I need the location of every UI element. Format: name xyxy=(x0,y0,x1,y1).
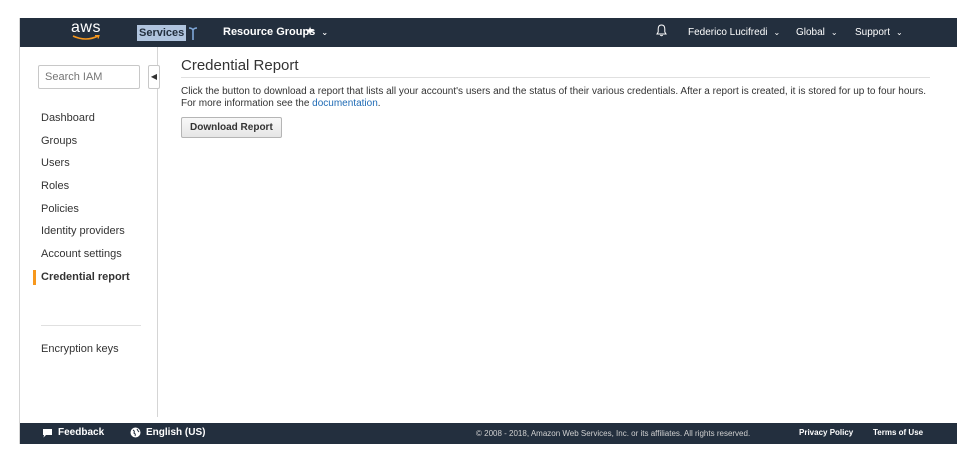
download-report-button[interactable]: Download Report xyxy=(181,117,282,138)
region-label: Global xyxy=(796,27,825,38)
sidebar-item-credential-report[interactable]: Credential report xyxy=(33,266,161,289)
feedback-label: Feedback xyxy=(58,427,105,438)
services-menu[interactable]: Services xyxy=(137,25,187,41)
documentation-link[interactable]: documentation xyxy=(312,98,378,109)
sidebar-nav: Dashboard Groups Users Roles Policies Id… xyxy=(33,107,161,289)
support-menu[interactable]: Support ⌄ xyxy=(855,27,903,38)
logo-text: aws xyxy=(71,19,101,36)
sidebar-item-account-settings[interactable]: Account settings xyxy=(41,243,161,266)
sidebar-item-policies[interactable]: Policies xyxy=(41,198,161,221)
language-label: English (US) xyxy=(146,427,206,438)
chevron-down-icon: ⌄ xyxy=(773,28,781,37)
sidebar-item-identity-providers[interactable]: Identity providers xyxy=(41,220,161,243)
aws-logo[interactable]: aws xyxy=(66,19,106,43)
account-menu[interactable]: Federico Lucifredi ⌄ xyxy=(688,27,780,38)
console-frame: aws Services Resource Groups ⌄ ✦ Federico… xyxy=(19,18,957,444)
feedback-button[interactable]: Feedback xyxy=(42,427,104,438)
sidebar-item-groups[interactable]: Groups xyxy=(41,130,161,153)
privacy-policy-link[interactable]: Privacy Policy xyxy=(799,428,853,437)
sidebar-item-dashboard[interactable]: Dashboard xyxy=(41,107,161,130)
region-menu[interactable]: Global ⌄ xyxy=(796,27,838,38)
page-title: Credential Report xyxy=(181,57,930,78)
chevron-down-icon: ⌄ xyxy=(321,28,329,37)
description-end: . xyxy=(377,98,381,109)
chevron-down-icon: ⌄ xyxy=(896,28,903,37)
collapse-sidebar-button[interactable]: ◀ xyxy=(148,65,160,89)
sidebar-item-roles[interactable]: Roles xyxy=(41,175,161,198)
main-content: Credential Report Click the button to do… xyxy=(181,57,938,138)
resource-groups-label: Resource Groups xyxy=(223,26,316,38)
copyright-text: © 2008 - 2018, Amazon Web Services, Inc.… xyxy=(476,429,751,438)
globe-icon xyxy=(130,427,141,438)
chevron-down-icon: ⌄ xyxy=(830,28,838,37)
account-name: Federico Lucifredi xyxy=(688,27,768,38)
description-text: Click the button to download a report th… xyxy=(181,86,927,109)
terms-of-use-link[interactable]: Terms of Use xyxy=(873,428,923,437)
pin-icon[interactable]: ✦ xyxy=(305,24,315,38)
sidebar-item-users[interactable]: Users xyxy=(41,152,161,175)
page-description: Click the button to download a report th… xyxy=(181,86,938,110)
iam-sidebar: ◀ Dashboard Groups Users Roles Policies … xyxy=(20,47,161,417)
top-nav-bar: aws Services Resource Groups ⌄ ✦ Federico… xyxy=(20,18,957,47)
search-iam-input[interactable] xyxy=(38,65,140,89)
sidebar-divider xyxy=(41,325,141,326)
language-selector[interactable]: English (US) xyxy=(130,427,205,438)
support-label: Support xyxy=(855,27,891,38)
smile-arrow-icon xyxy=(72,35,100,40)
sidebar-item-encryption-keys[interactable]: Encryption keys xyxy=(41,343,119,355)
text-cursor-icon xyxy=(188,27,198,40)
bell-icon[interactable] xyxy=(656,24,667,37)
footer-bar: Feedback English (US) © 2008 - 2018, Ama… xyxy=(20,423,957,444)
speech-bubble-icon xyxy=(43,428,52,437)
